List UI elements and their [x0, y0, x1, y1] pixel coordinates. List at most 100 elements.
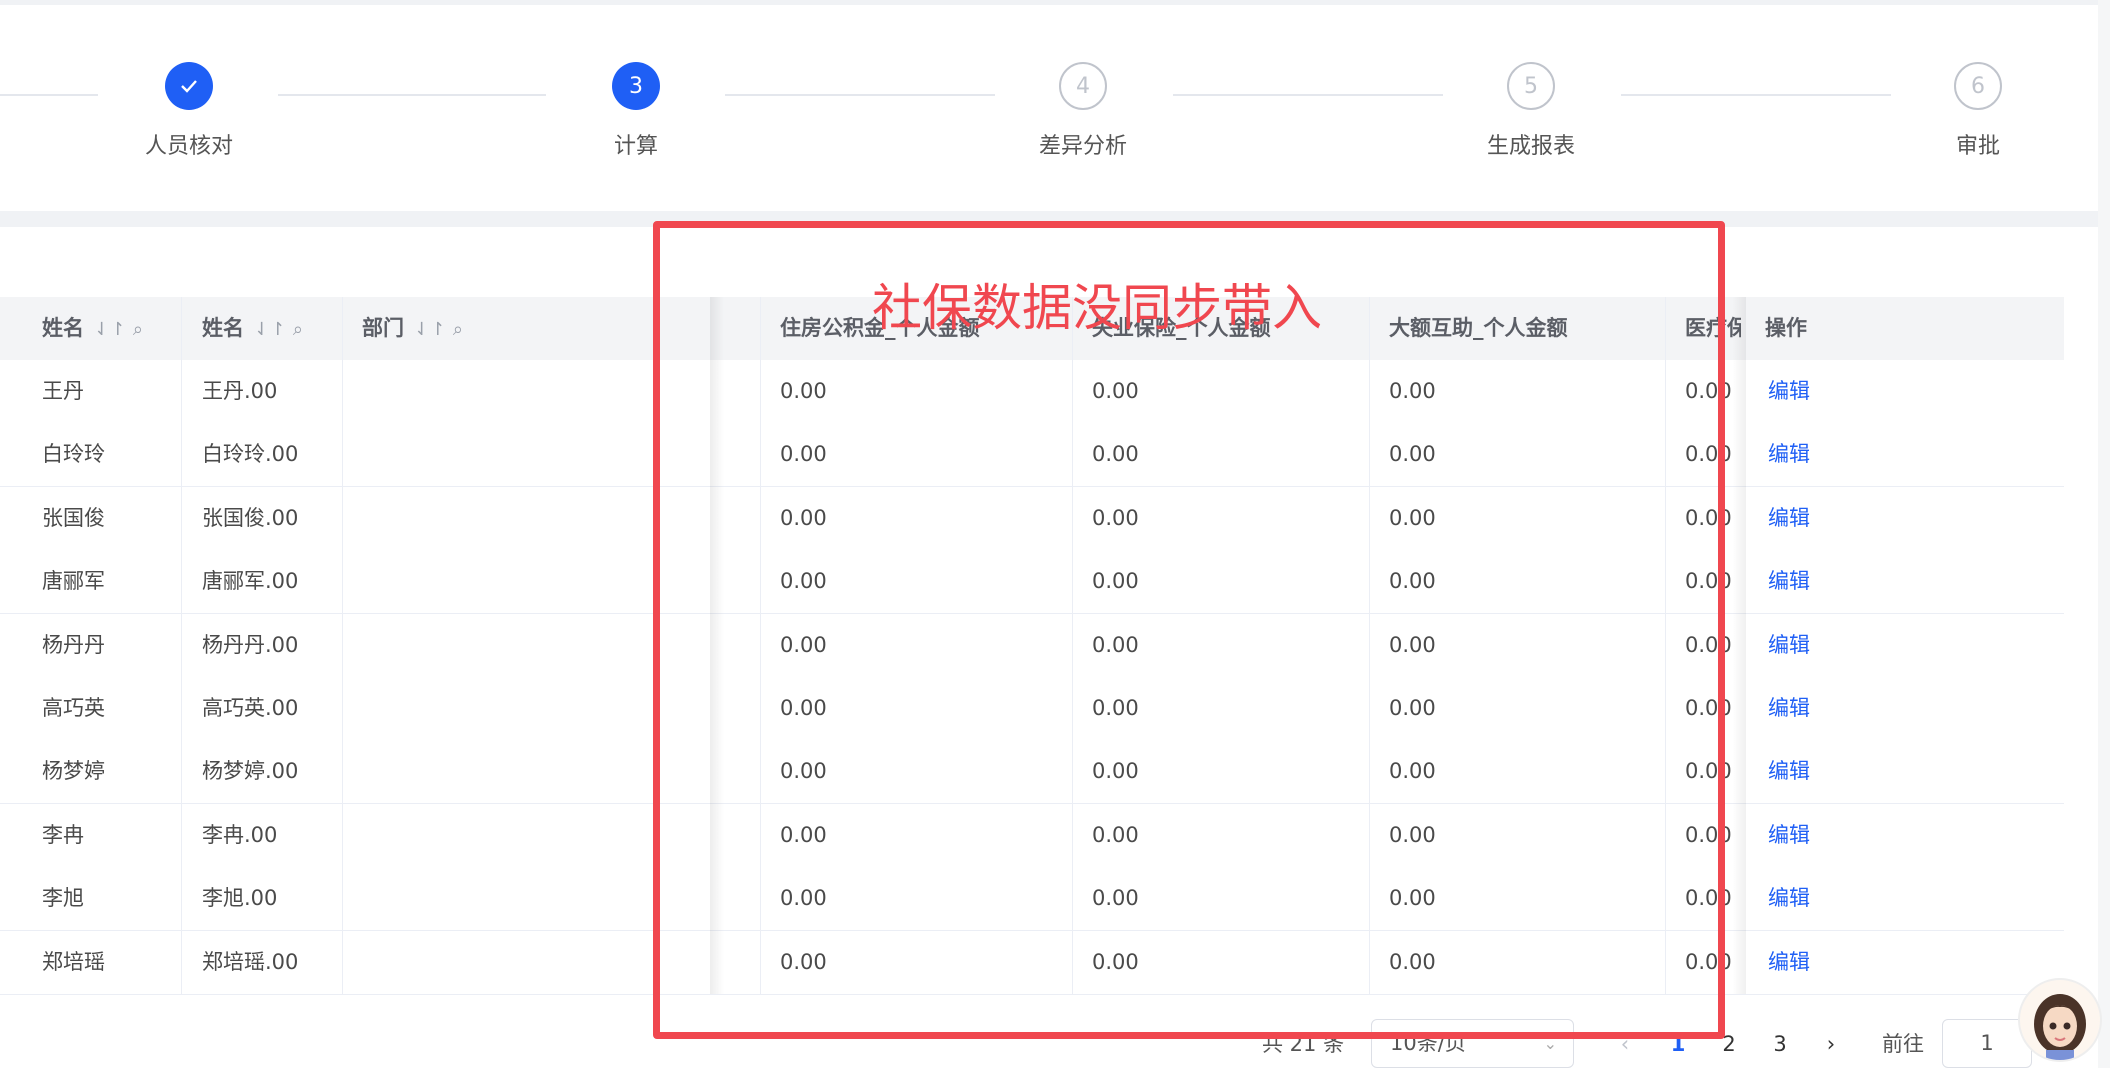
cell-major-medical: 0.00	[1389, 632, 1436, 657]
cell-name: 唐郦军	[42, 569, 105, 594]
step-connector	[1173, 94, 1443, 96]
edit-link[interactable]: 编辑	[1768, 931, 1810, 994]
column-header-name[interactable]: 姓名 ⇃↾ ⌕	[202, 297, 304, 360]
cell-unemployment: 0.00	[1092, 505, 1139, 530]
step-connector	[278, 94, 546, 96]
page-number[interactable]: 3	[1760, 1020, 1800, 1068]
cell-name-alt: 张国俊.00	[202, 505, 299, 530]
check-icon	[165, 62, 213, 110]
cell-name: 杨丹丹	[42, 632, 105, 657]
edit-link[interactable]: 编辑	[1768, 677, 1810, 740]
step-4[interactable]: 4 差异分析	[963, 62, 1203, 160]
column-divider	[760, 297, 761, 994]
cell-unemployment: 0.00	[1092, 949, 1139, 974]
column-header-dept[interactable]: 部门 ⇃↾ ⌕	[362, 297, 464, 360]
table-row: 高巧英 高巧英.00 0.00 0.00 0.00 0.00 编辑	[0, 677, 2064, 741]
cell-name: 杨梦婷	[42, 759, 105, 784]
cell-unemployment: 0.00	[1092, 442, 1139, 467]
step-3[interactable]: 3 计算	[516, 62, 756, 160]
step-1[interactable]: 人员核对	[69, 62, 309, 160]
edit-link[interactable]: 编辑	[1768, 360, 1810, 423]
step-6[interactable]: 6 审批	[1858, 62, 2098, 160]
cell-major-medical: 0.00	[1389, 949, 1436, 974]
cell-housing-fund: 0.00	[780, 759, 827, 784]
column-divider	[1072, 297, 1073, 994]
next-page-button[interactable]: ›	[1811, 1020, 1851, 1068]
cell-major-medical: 0.00	[1389, 759, 1436, 784]
edit-link[interactable]: 编辑	[1768, 487, 1810, 550]
edit-link[interactable]: 编辑	[1768, 804, 1810, 867]
assistant-avatar[interactable]	[2018, 978, 2102, 1062]
cell-housing-fund: 0.00	[780, 949, 827, 974]
table-row: 王丹 王丹.00 0.00 0.00 0.00 0.00 编辑	[0, 360, 2064, 424]
cell-medical: 0.00	[1685, 759, 1732, 784]
edit-link[interactable]: 编辑	[1768, 614, 1810, 677]
cell-name: 李冉	[42, 822, 84, 847]
cell-medical: 0.00	[1685, 569, 1732, 594]
step-connector	[1621, 94, 1891, 96]
cell-medical: 0.00	[1685, 442, 1732, 467]
sort-filter-icon[interactable]: ⇃↾ ⌕	[414, 319, 464, 340]
edit-link[interactable]: 编辑	[1768, 550, 1810, 613]
cell-major-medical: 0.00	[1389, 505, 1436, 530]
cell-name: 张国俊	[42, 505, 105, 530]
page-number[interactable]: 2	[1709, 1020, 1749, 1068]
column-divider	[1665, 297, 1666, 994]
pagination-total: 共 21 条	[1262, 1032, 1345, 1056]
cell-major-medical: 0.00	[1389, 696, 1436, 720]
cell-name-alt: 李冉.00	[202, 822, 278, 847]
cell-housing-fund: 0.00	[780, 886, 827, 911]
fixed-column-shadow	[710, 297, 724, 994]
chevron-down-icon: ⌄	[1543, 1034, 1557, 1053]
cell-housing-fund: 0.00	[780, 696, 827, 720]
table-row: 李冉 李冉.00 0.00 0.00 0.00 0.00 编辑	[0, 803, 2064, 868]
edit-link[interactable]: 编辑	[1768, 867, 1810, 930]
cell-medical: 0.00	[1685, 632, 1732, 657]
sort-filter-icon[interactable]: ⇃↾ ⌕	[94, 319, 144, 340]
cell-name: 李旭	[42, 886, 84, 911]
column-header-name[interactable]: 姓名 ⇃↾ ⌕	[42, 297, 144, 360]
column-divider	[342, 297, 343, 994]
page-number[interactable]: 1	[1658, 1020, 1698, 1068]
edit-link[interactable]: 编辑	[1768, 423, 1810, 486]
cell-name-alt: 白玲玲.00	[202, 442, 299, 467]
column-header-actions: 操作	[1765, 316, 1807, 340]
page-size-select[interactable]: 10条/页 ⌄	[1371, 1019, 1574, 1068]
cell-name-alt: 杨梦婷.00	[202, 759, 299, 784]
annotation-text: 社保数据没同步带入	[872, 279, 1322, 337]
cell-unemployment: 0.00	[1092, 759, 1139, 784]
step-title: 审批	[1955, 134, 2000, 159]
prev-page-button[interactable]: ‹	[1605, 1020, 1645, 1068]
cell-name-alt: 李旭.00	[202, 886, 278, 911]
cell-housing-fund: 0.00	[780, 822, 827, 847]
cell-name-alt: 王丹.00	[202, 379, 278, 403]
step-5[interactable]: 5 生成报表	[1411, 62, 1651, 160]
edit-link[interactable]: 编辑	[1768, 740, 1810, 803]
cell-name: 郑培瑶	[42, 949, 105, 974]
cell-major-medical: 0.00	[1389, 442, 1436, 467]
cell-medical: 0.00	[1685, 949, 1732, 974]
cell-medical: 0.00	[1685, 822, 1732, 847]
cell-medical: 0.00	[1685, 886, 1732, 911]
cell-housing-fund: 0.00	[780, 442, 827, 467]
cell-name-alt: 高巧英.00	[202, 696, 299, 720]
cell-housing-fund: 0.00	[780, 379, 827, 403]
cell-medical: 0.00	[1685, 505, 1732, 530]
sort-filter-icon[interactable]: ⇃↾ ⌕	[254, 319, 304, 340]
cell-major-medical: 0.00	[1389, 569, 1436, 594]
step-number: 6	[1954, 62, 2002, 110]
cell-housing-fund: 0.00	[780, 569, 827, 594]
table-row: 杨丹丹 杨丹丹.00 0.00 0.00 0.00 0.00 编辑	[0, 613, 2064, 678]
step-title: 计算	[613, 134, 658, 159]
table-row: 杨梦婷 杨梦婷.00 0.00 0.00 0.00 0.00 编辑	[0, 740, 2064, 805]
cell-major-medical: 0.00	[1389, 886, 1436, 911]
cell-medical: 0.00	[1685, 696, 1732, 720]
cell-medical: 0.00	[1685, 379, 1732, 403]
cell-name: 王丹	[42, 379, 84, 403]
cell-name-alt: 唐郦军.00	[202, 569, 299, 594]
column-header-major-medical: 大额互助_个人金额	[1389, 316, 1568, 340]
cell-major-medical: 0.00	[1389, 379, 1436, 403]
table-row: 白玲玲 白玲玲.00 0.00 0.00 0.00 0.00 编辑	[0, 423, 2064, 488]
column-divider	[181, 297, 182, 994]
step-title: 生成报表	[1486, 134, 1575, 159]
